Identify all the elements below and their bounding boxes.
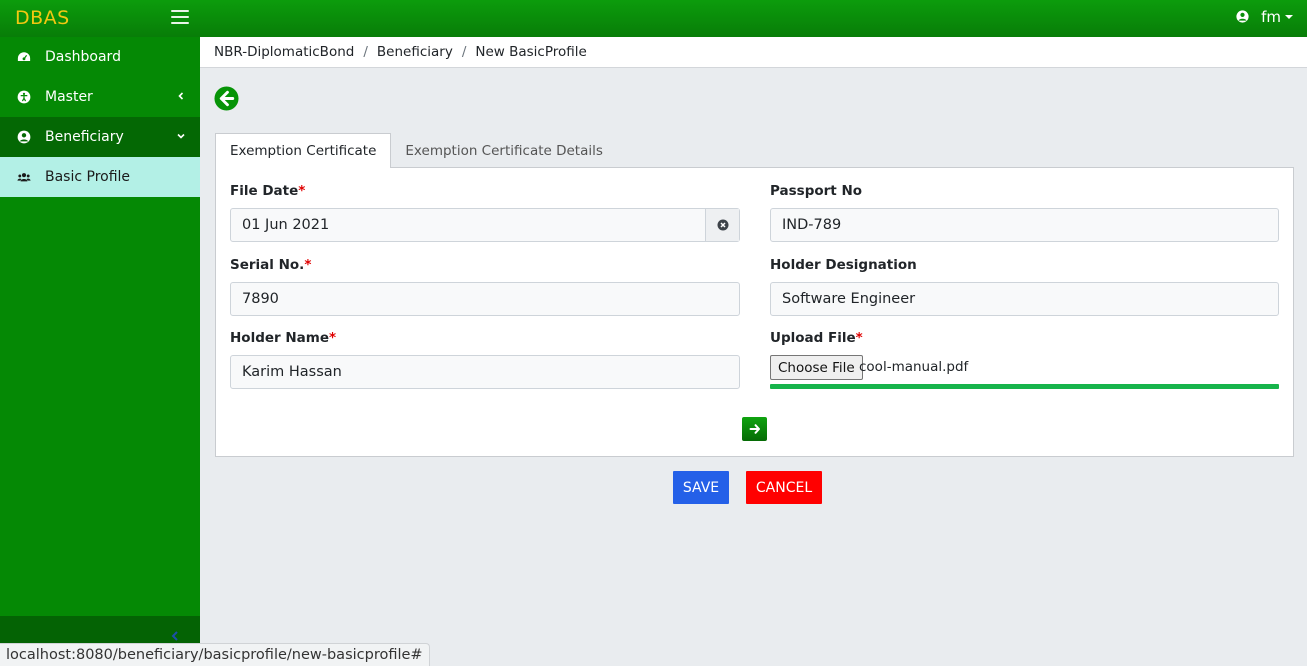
user-circle-icon (1236, 9, 1249, 23)
tab-exemption-certificate[interactable]: Exemption Certificate (215, 133, 392, 168)
upload-progress-fill (770, 384, 1279, 389)
save-button[interactable]: SAVE (673, 471, 729, 504)
holder-designation-input[interactable]: Software Engineer (770, 282, 1279, 316)
arrow-right-icon (749, 424, 760, 434)
breadcrumb-separator: / (363, 44, 368, 60)
chevron-down-icon (177, 133, 185, 139)
dashboard-icon (17, 50, 31, 64)
breadcrumb-separator: / (461, 44, 467, 60)
required-marker: * (329, 330, 337, 346)
serial-no-input[interactable]: 7890 (230, 282, 740, 316)
back-arrow-icon[interactable] (214, 86, 239, 111)
holder-designation-value: Software Engineer (782, 291, 916, 307)
menu-toggle-icon[interactable] (171, 10, 189, 25)
user-menu[interactable]: fm (1236, 8, 1293, 26)
tab-exemption-certificate-details[interactable]: Exemption Certificate Details (391, 133, 617, 168)
sidebar-item-beneficiary[interactable]: Beneficiary (0, 117, 200, 157)
top-navbar: DBAS fm (0, 0, 1307, 37)
selected-file-name: cool-manual.pdf (859, 359, 969, 375)
user-circle-icon (17, 130, 31, 144)
passport-no-input[interactable]: IND-789 (770, 208, 1279, 242)
cancel-button[interactable]: CANCEL (746, 471, 822, 504)
breadcrumb: NBR-DiplomaticBond / Beneficiary / New B… (200, 37, 1307, 68)
status-url-bar: localhost:8080/beneficiary/basicprofile/… (0, 643, 430, 666)
holder-name-label: Holder Name* (230, 330, 336, 346)
sidebar-item-dashboard[interactable]: Dashboard (0, 37, 200, 77)
collapse-sidebar-icon[interactable] (170, 630, 180, 642)
chevron-left-icon (178, 92, 184, 100)
holder-designation-label: Holder Designation (770, 257, 917, 273)
sidebar-item-basic-profile[interactable]: Basic Profile (0, 157, 200, 197)
label-text: Serial No. (230, 257, 305, 273)
close-circle-icon (717, 219, 728, 231)
user-name: fm (1261, 8, 1281, 26)
label-text: Upload File (770, 330, 856, 346)
sidebar-item-label: Basic Profile (45, 169, 131, 185)
sidebar-item-label: Dashboard (45, 49, 121, 65)
required-marker: * (298, 183, 306, 199)
holder-name-input[interactable]: Karim Hassan (230, 355, 740, 389)
users-icon (17, 170, 31, 184)
upload-file-label: Upload File* (770, 330, 863, 346)
brand-logo[interactable]: DBAS (15, 7, 70, 29)
sidebar-item-label: Beneficiary (45, 129, 124, 145)
passport-no-label: Passport No (770, 183, 862, 199)
universal-access-icon (17, 90, 31, 104)
breadcrumb-item-beneficiary[interactable]: Beneficiary (377, 44, 453, 60)
breadcrumb-item-current: New BasicProfile (475, 44, 587, 60)
file-date-input[interactable]: 01 Jun 2021 (230, 208, 740, 242)
file-date-value: 01 Jun 2021 (242, 217, 330, 233)
label-text: Holder Designation (770, 257, 917, 273)
sidebar-item-master[interactable]: Master (0, 77, 200, 117)
clear-date-button[interactable] (705, 209, 739, 241)
file-date-label: File Date* (230, 183, 305, 199)
tab-bar: Exemption Certificate Exemption Certific… (215, 133, 617, 168)
caret-down-icon (1285, 15, 1293, 19)
breadcrumb-item-module[interactable]: NBR-DiplomaticBond (214, 44, 354, 60)
label-text: Holder Name (230, 330, 330, 346)
passport-no-value: IND-789 (782, 217, 842, 233)
choose-file-button[interactable]: Choose File (770, 355, 863, 380)
form-panel: File Date* 01 Jun 2021 Serial No.* 7890 … (215, 167, 1294, 457)
label-text: File Date (230, 183, 299, 199)
required-marker: * (304, 257, 312, 273)
upload-progress-bar (770, 384, 1279, 389)
sidebar-item-label: Master (45, 89, 93, 105)
serial-no-value: 7890 (242, 291, 279, 307)
next-arrow-button[interactable] (742, 417, 767, 441)
serial-no-label: Serial No.* (230, 257, 311, 273)
holder-name-value: Karim Hassan (242, 364, 342, 380)
sidebar: Dashboard Master Beneficiary Basic Profi… (0, 37, 200, 666)
label-text: Passport No (770, 183, 863, 199)
required-marker: * (855, 330, 863, 346)
